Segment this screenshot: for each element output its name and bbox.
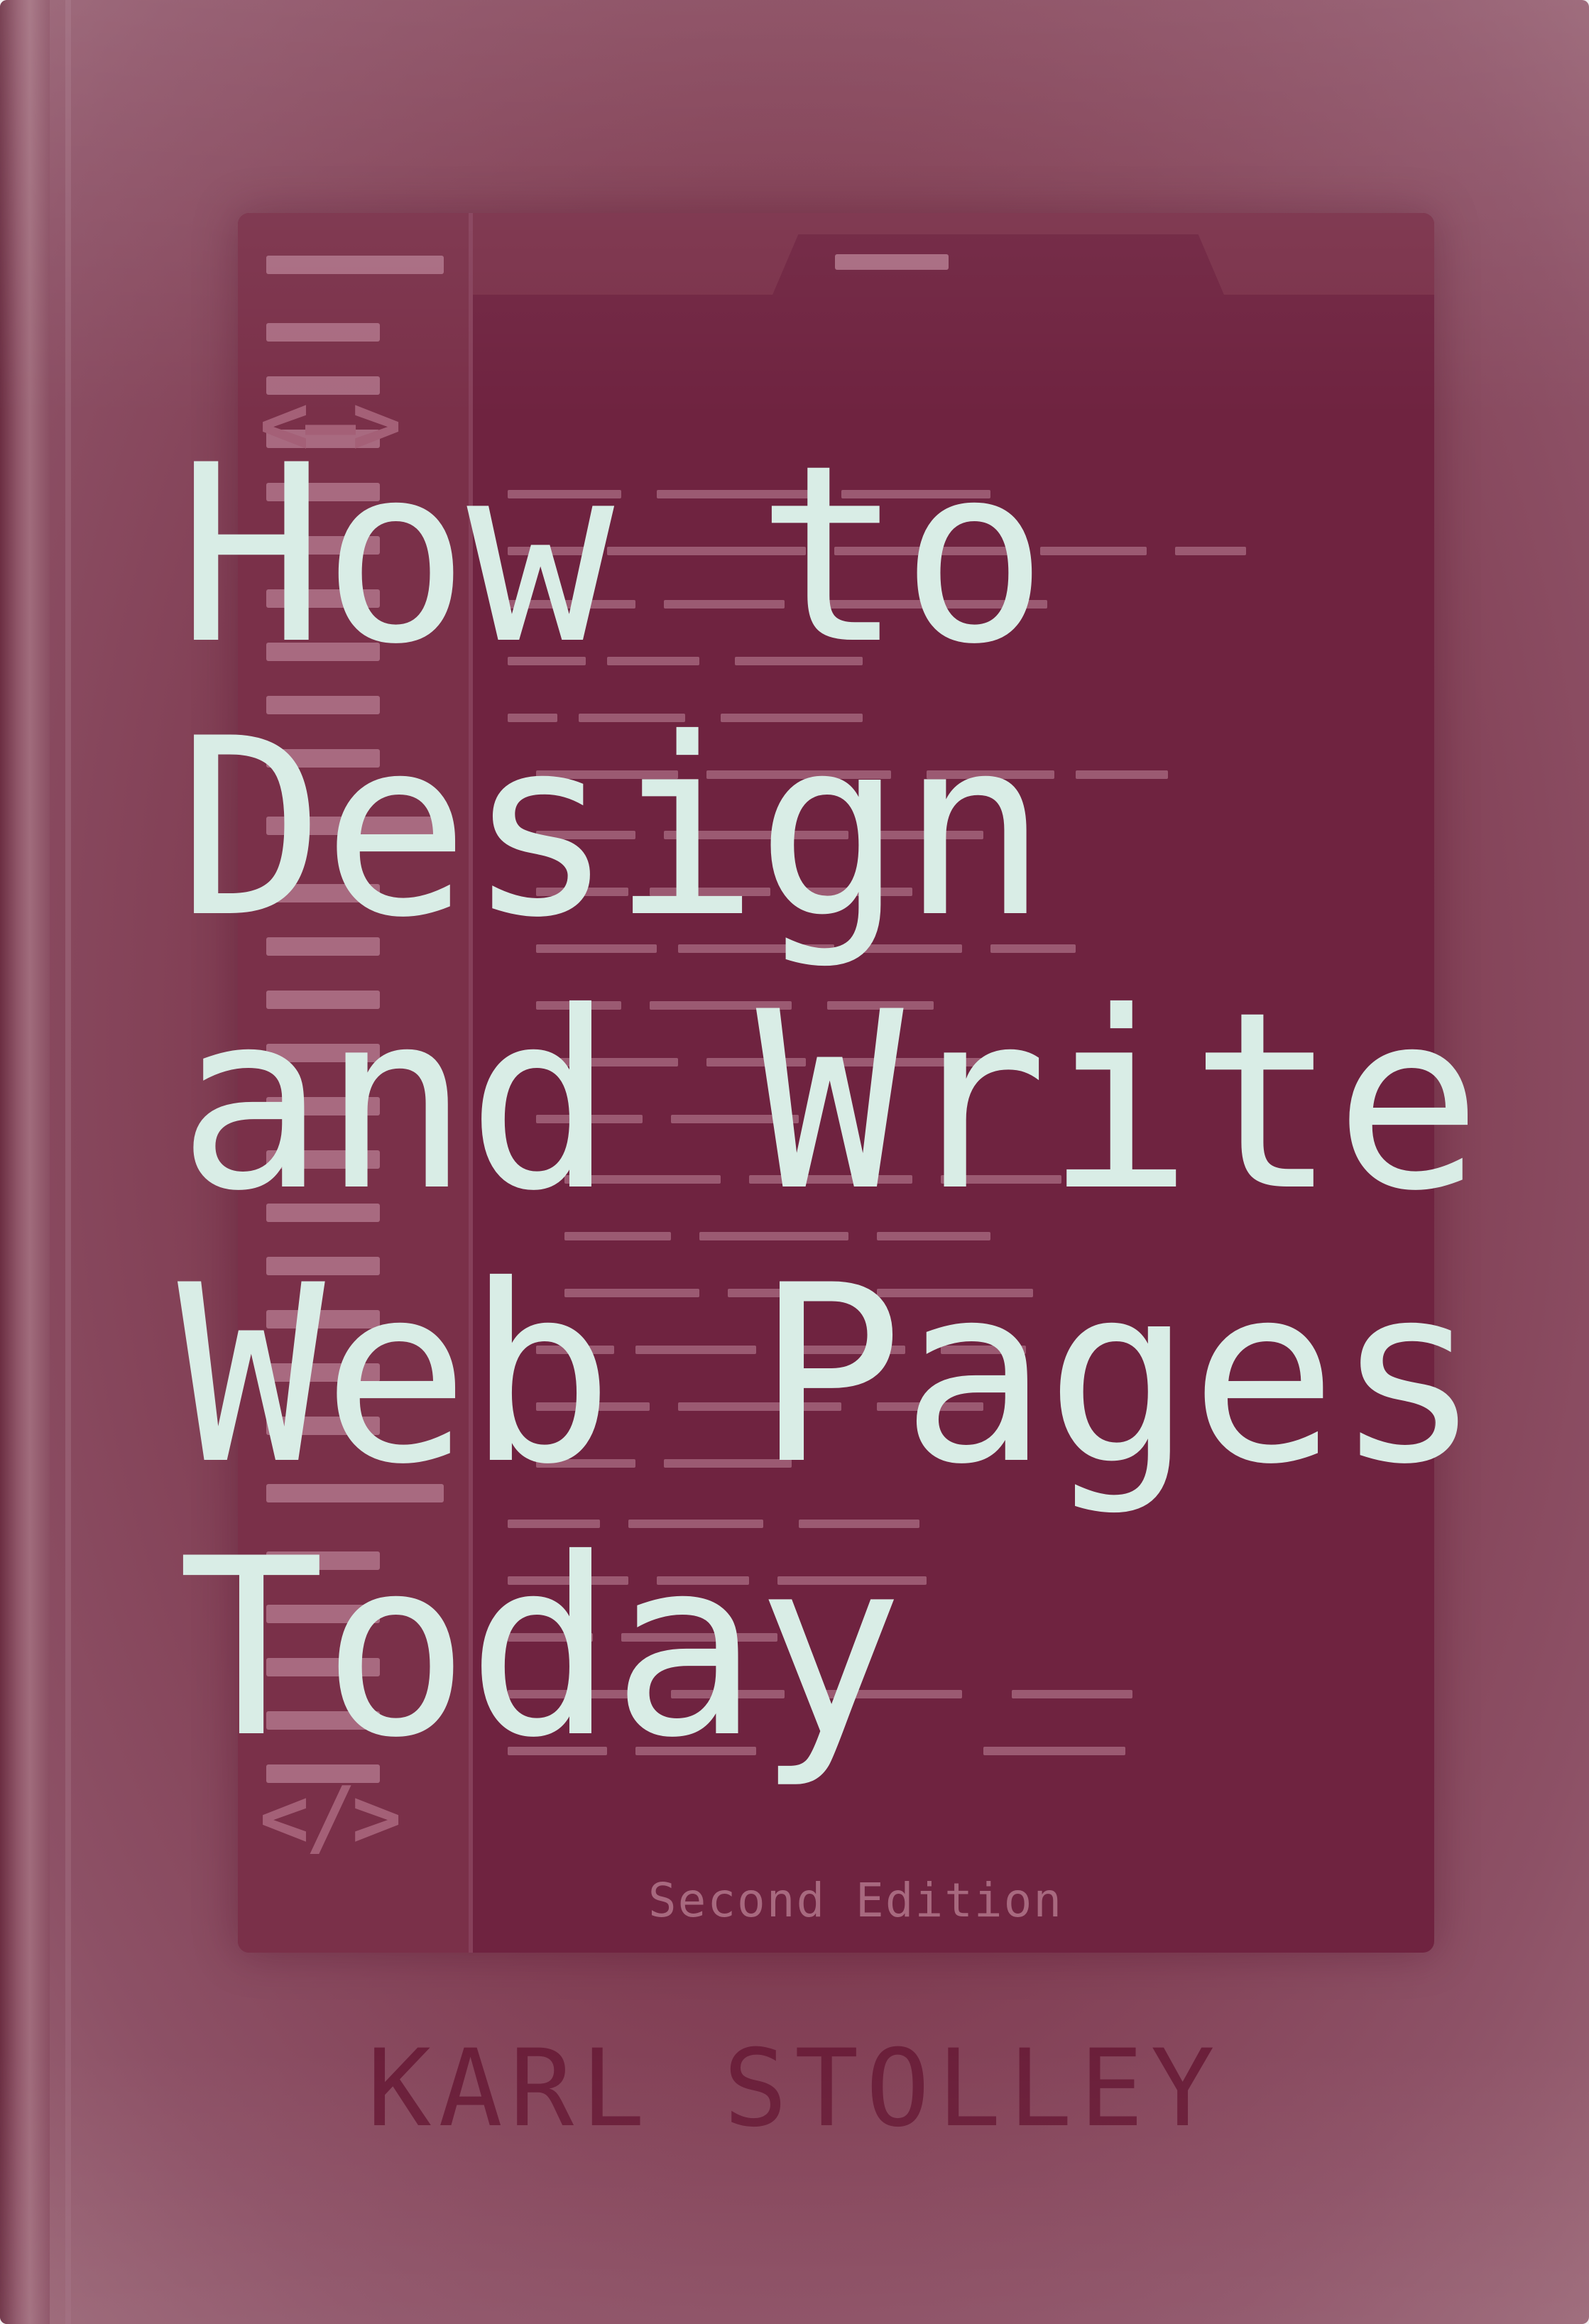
editor-tab-label <box>835 254 949 270</box>
sidebar-file-bar <box>266 323 380 342</box>
book-hinge-line <box>65 0 71 2324</box>
title-line: Web Pages <box>178 1233 1482 1518</box>
book-cover: <–> </> Second Edition How to Design and… <box>0 0 1589 2324</box>
title-line: Today <box>178 1507 904 1791</box>
book-spine-edge <box>0 0 50 2324</box>
book-title: How to Design and Write Web Pages Today <box>178 413 1482 1791</box>
edition-label: Second Edition <box>648 1873 1064 1928</box>
title-line: Design <box>178 687 1048 971</box>
title-line: How to <box>178 413 1048 698</box>
sidebar-file-bar <box>266 256 444 274</box>
title-line: and Write <box>178 960 1482 1245</box>
author-name: KARL STOLLEY <box>367 2027 1222 2151</box>
editor-tab-bar <box>473 213 1434 298</box>
